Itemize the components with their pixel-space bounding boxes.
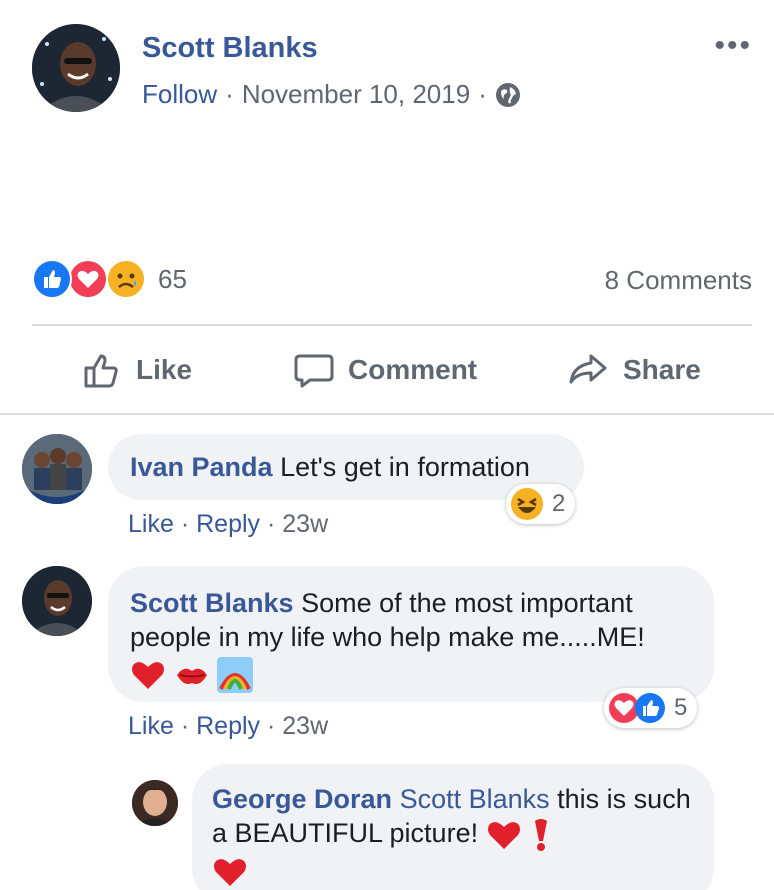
comment-reaction-count: 5 bbox=[674, 694, 688, 721]
share-arrow-icon bbox=[569, 354, 607, 384]
comment-actions: Like · Reply · 23w bbox=[128, 712, 328, 741]
commenter-avatar[interactable] bbox=[22, 434, 92, 504]
comment-text: Let's get in formation bbox=[280, 452, 530, 482]
comment-reply-link[interactable]: Reply bbox=[196, 712, 260, 740]
meta-separator: · bbox=[266, 712, 276, 740]
more-options-button[interactable]: ••• bbox=[714, 31, 752, 61]
red-heart-emoji bbox=[214, 858, 246, 886]
sad-reaction-icon bbox=[106, 259, 146, 299]
comment-like-link[interactable]: Like bbox=[128, 510, 174, 538]
red-heart-emoji bbox=[487, 821, 520, 849]
like-label: Like bbox=[136, 354, 193, 385]
rainbow-emoji bbox=[217, 656, 254, 693]
post-author-name[interactable]: Scott Blanks bbox=[142, 32, 318, 65]
meta-separator: · bbox=[225, 79, 234, 109]
reaction-icons[interactable] bbox=[32, 259, 152, 301]
comment: Scott Blanks Some of the most important … bbox=[0, 562, 774, 752]
post-header: Scott Blanks Follow · November 10, 2019 … bbox=[32, 24, 752, 114]
comment-emojis bbox=[130, 656, 692, 693]
comment-bubble-icon bbox=[294, 354, 334, 388]
comment-author[interactable]: Ivan Panda bbox=[130, 452, 273, 482]
kiss-lips-emoji bbox=[176, 668, 207, 684]
comment-like-link[interactable]: Like bbox=[128, 712, 174, 740]
comment-time[interactable]: 23w bbox=[282, 712, 328, 740]
comment-time[interactable]: 23w bbox=[282, 510, 328, 538]
divider bbox=[0, 413, 774, 415]
post-meta: Follow · November 10, 2019 · bbox=[142, 79, 521, 110]
comment-emojis bbox=[212, 853, 694, 889]
meta-separator: · bbox=[180, 510, 190, 538]
divider bbox=[32, 324, 752, 326]
comment: Ivan Panda Let's get in formation 2 Like… bbox=[0, 430, 774, 540]
reply-comment: George Doran Scott Blanks this is such a… bbox=[0, 764, 774, 890]
exclamation-emoji bbox=[535, 818, 548, 851]
share-button[interactable]: Share bbox=[567, 348, 701, 392]
commenter-avatar[interactable] bbox=[22, 566, 92, 636]
red-heart-emoji bbox=[132, 661, 164, 689]
comment-bubble: Scott Blanks Some of the most important … bbox=[108, 566, 714, 702]
comment-bubble: George Doran Scott Blanks this is such a… bbox=[192, 764, 714, 890]
comment-reply-link[interactable]: Reply bbox=[196, 510, 260, 538]
meta-separator: · bbox=[266, 510, 276, 538]
comment-actions: Like · Reply · 23w bbox=[128, 510, 328, 539]
comment-reaction-count: 2 bbox=[552, 490, 566, 517]
globe-icon bbox=[495, 82, 521, 108]
author-avatar[interactable] bbox=[32, 24, 120, 112]
commenter-avatar[interactable] bbox=[132, 780, 178, 826]
like-reaction-icon bbox=[635, 693, 665, 723]
love-reaction-icon bbox=[68, 259, 108, 299]
comment-reaction[interactable]: 2 bbox=[506, 484, 576, 524]
comment-reaction[interactable]: 5 bbox=[604, 688, 698, 728]
tagged-user[interactable]: Scott Blanks bbox=[400, 784, 550, 814]
comment-author[interactable]: George Doran bbox=[212, 784, 392, 814]
meta-separator: · bbox=[180, 712, 190, 740]
like-button[interactable]: Like bbox=[80, 348, 192, 392]
post-date[interactable]: November 10, 2019 bbox=[242, 79, 470, 110]
comment-button[interactable]: Comment bbox=[292, 348, 477, 392]
share-label: Share bbox=[623, 354, 701, 385]
like-reaction-icon bbox=[32, 259, 72, 299]
laughing-emoji-icon bbox=[511, 488, 543, 520]
meta-separator: · bbox=[478, 79, 487, 109]
comments-count[interactable]: 8 Comments bbox=[605, 265, 752, 296]
reactions-summary: 65 8 Comments bbox=[32, 255, 752, 305]
post-actions: Like Comment Share bbox=[32, 336, 752, 406]
comment-author[interactable]: Scott Blanks bbox=[130, 588, 294, 618]
thumbs-up-icon bbox=[84, 354, 118, 388]
follow-link[interactable]: Follow bbox=[142, 79, 217, 110]
comment-label: Comment bbox=[348, 354, 478, 385]
reaction-count[interactable]: 65 bbox=[158, 264, 187, 295]
